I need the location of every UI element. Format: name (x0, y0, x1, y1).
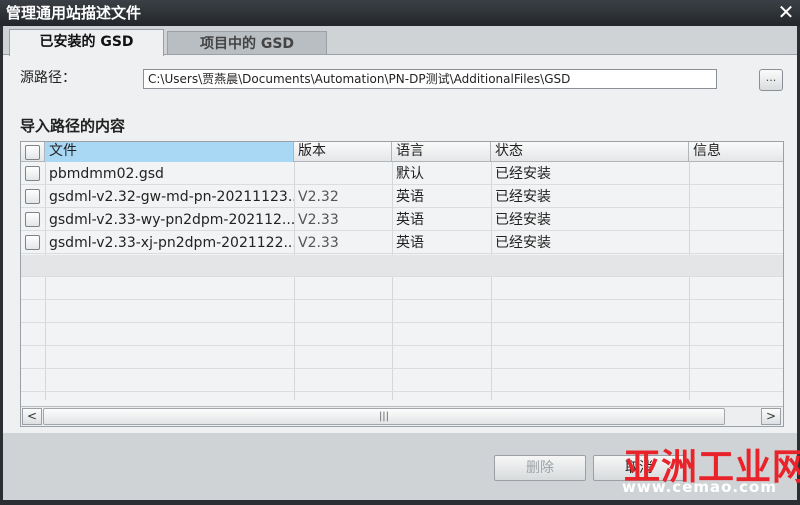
table-row[interactable]: gsdml-v2.33-xj-pn2dpm-2021122... V2.33 英… (21, 232, 783, 254)
column-status[interactable]: 状态 (491, 142, 689, 162)
cell-status: 已经安装 (495, 166, 551, 182)
cell-info (689, 232, 783, 254)
cell-language: 英语 (396, 212, 424, 228)
cell-language: 默认 (396, 166, 424, 182)
cell-file: gsdml-v2.33-wy-pn2dpm-202112... (49, 212, 294, 228)
cell-info (689, 163, 783, 185)
browse-button[interactable]: ... (759, 69, 783, 91)
cell-language: 英语 (396, 235, 424, 251)
scroll-left-icon[interactable]: < (22, 408, 42, 425)
horizontal-scrollbar[interactable]: < ||| > (21, 406, 783, 426)
cell-info (689, 209, 783, 231)
column-version[interactable]: 版本 (294, 142, 392, 162)
empty-row (21, 301, 783, 323)
source-path-input[interactable]: C:\Users\贾燕晨\Documents\Automation\PN-DP测… (143, 69, 717, 89)
scroll-thumb[interactable]: ||| (43, 408, 725, 425)
column-file[interactable]: 文件 (45, 142, 294, 162)
source-panel: 源路径： C:\Users\贾燕晨\Documents\Automation\P… (3, 55, 797, 113)
header-select-all[interactable] (21, 142, 45, 162)
source-path-label: 源路径： (20, 70, 76, 86)
close-icon[interactable]: ✕ (776, 2, 796, 23)
cell-file: pbmdmm02.gsd (49, 166, 164, 182)
table-row[interactable]: gsdml-v2.33-wy-pn2dpm-202112... V2.33 英语… (21, 209, 783, 231)
column-language[interactable]: 语言 (392, 142, 491, 162)
table-row[interactable]: gsdml-v2.32-gw-md-pn-20211123... V2.32 英… (21, 186, 783, 208)
cell-version: V2.33 (298, 212, 339, 228)
cell-file: gsdml-v2.32-gw-md-pn-20211123... (49, 189, 294, 205)
empty-row (21, 347, 783, 369)
content-title: 导入路径的内容 (20, 117, 126, 135)
cell-version (294, 163, 392, 185)
select-all-checkbox[interactable] (25, 145, 40, 160)
delete-button[interactable]: 删除 (494, 455, 586, 481)
window-bottom-edge (0, 500, 800, 505)
gsd-table: 文件 版本 语言 状态 信息 pbmdmm02.gsd 默认 已经安装 gsdm… (20, 141, 784, 427)
cell-file: gsdml-v2.33-xj-pn2dpm-2021122... (49, 235, 294, 251)
cell-language: 英语 (396, 189, 424, 205)
cell-version: V2.33 (298, 235, 339, 251)
scroll-right-icon[interactable]: > (761, 408, 781, 425)
empty-row (21, 370, 783, 392)
empty-row[interactable] (21, 255, 783, 277)
row-checkbox[interactable] (25, 166, 40, 181)
cancel-button[interactable]: 取消 (593, 455, 685, 481)
cell-status: 已经安装 (495, 235, 551, 251)
dialog-footer: 删除 取消 (3, 433, 797, 500)
column-info[interactable]: 信息 (689, 142, 783, 162)
table-header: 文件 版本 语言 状态 信息 (21, 142, 783, 162)
empty-row (21, 324, 783, 346)
row-checkbox[interactable] (25, 212, 40, 227)
cell-version: V2.32 (298, 189, 339, 205)
cell-status: 已经安装 (495, 212, 551, 228)
content-panel: 导入路径的内容 文件 版本 语言 状态 信息 pbmdmm02.gsd 默认 已… (3, 113, 797, 433)
window-titlebar: 管理通用站描述文件 ✕ (0, 0, 800, 26)
row-checkbox[interactable] (25, 189, 40, 204)
dialog-body: 已安装的 GSD 项目中的 GSD 源路径： C:\Users\贾燕晨\Docu… (3, 26, 797, 500)
cell-info (689, 186, 783, 208)
cell-status: 已经安装 (495, 189, 551, 205)
row-checkbox[interactable] (25, 235, 40, 250)
tab-project-gsd[interactable]: 项目中的 GSD (167, 31, 327, 55)
empty-row (21, 278, 783, 300)
tab-installed-gsd[interactable]: 已安装的 GSD (9, 29, 164, 56)
window-title: 管理通用站描述文件 (6, 4, 142, 22)
table-row[interactable]: pbmdmm02.gsd 默认 已经安装 (21, 163, 783, 185)
